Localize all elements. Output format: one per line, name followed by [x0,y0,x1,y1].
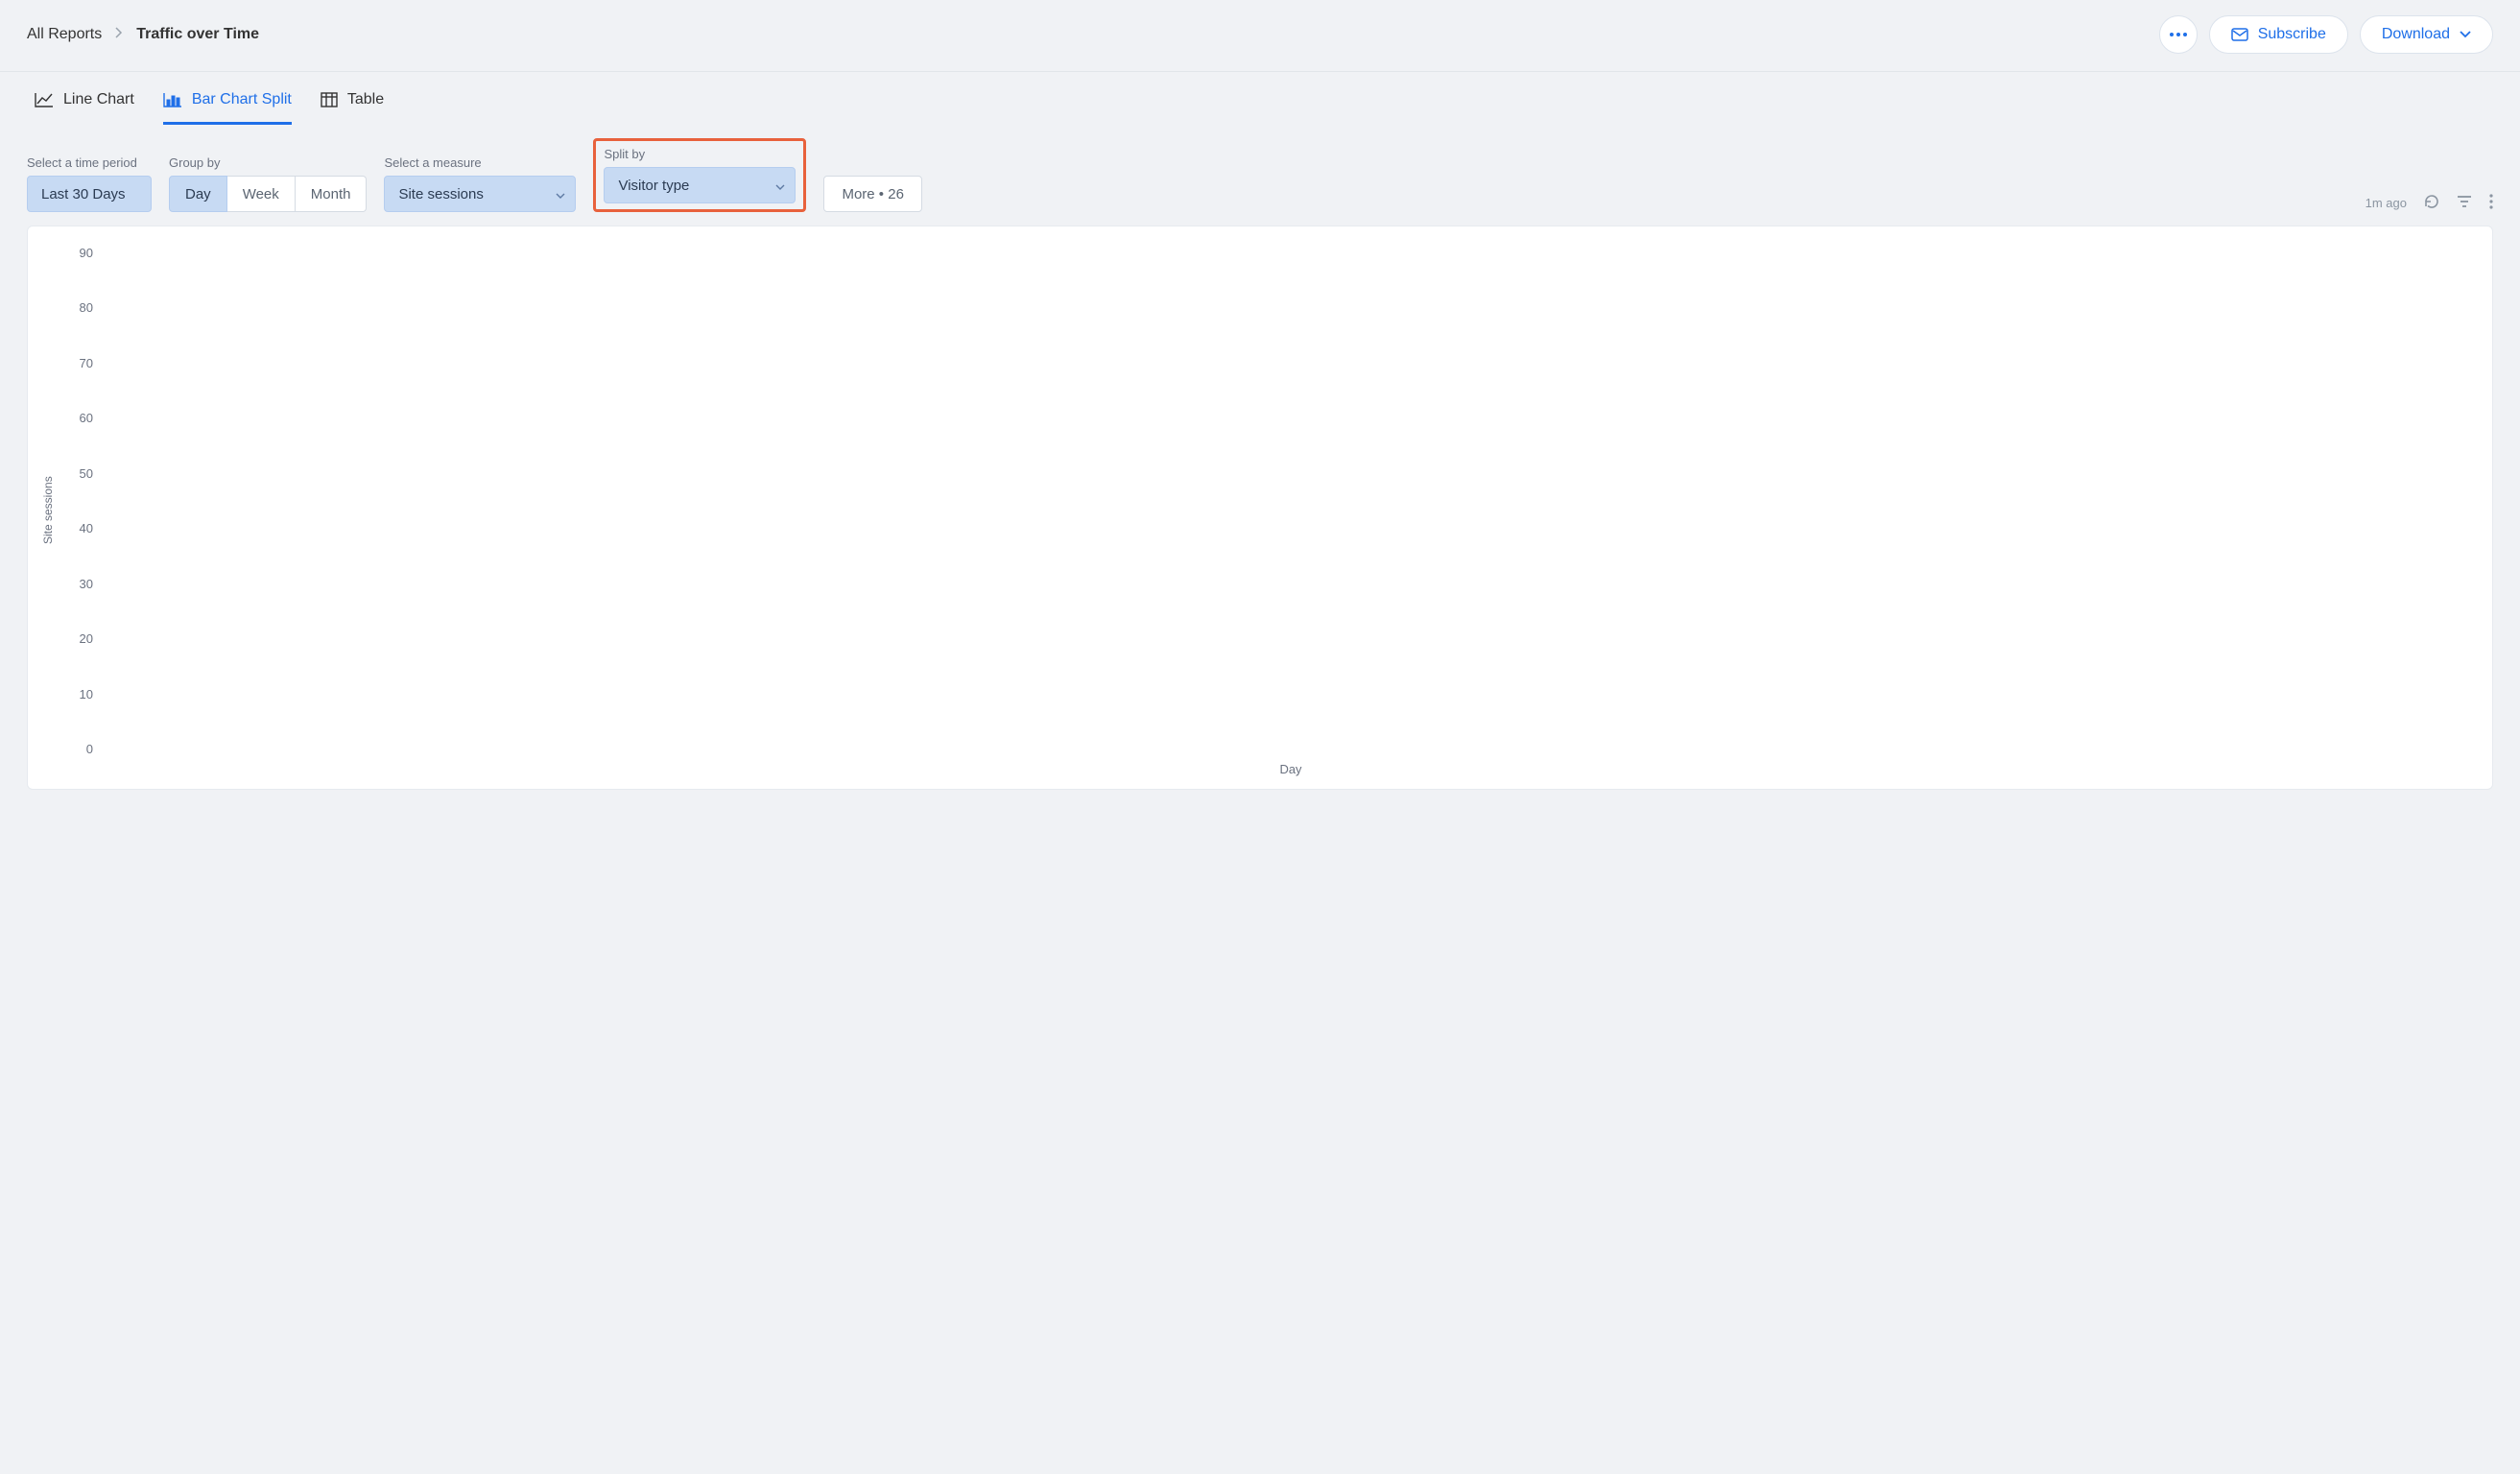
time-period-select[interactable]: Last 30 Days [27,176,152,212]
filter-button[interactable] [2457,195,2472,211]
measure-select[interactable]: Site sessions [384,176,576,212]
y-tick: 0 [86,742,93,756]
time-period-label: Select a time period [27,155,152,170]
tab-line-label: Line Chart [63,91,134,108]
split-by-value: Visitor type [618,178,689,194]
subscribe-button[interactable]: Subscribe [2209,15,2348,54]
more-filters-label: More • 26 [842,186,903,202]
split-by-select[interactable]: Visitor type [604,167,796,203]
group-day-button[interactable]: Day [169,176,227,212]
y-tick: 60 [80,411,93,425]
subscribe-label: Subscribe [2258,26,2326,43]
caret-down-icon [775,178,785,194]
tab-table[interactable]: Table [321,82,384,125]
y-axis: 90 80 70 60 50 40 30 20 10 0 [59,242,99,779]
group-by-segment: Day Week Month [169,176,367,212]
more-filters-button[interactable]: More • 26 [823,176,921,212]
view-tabs: Line Chart Bar Chart Split Table [0,72,2520,125]
y-axis-label: Site sessions [37,242,59,779]
y-tick: 80 [80,300,93,315]
bar-chart-icon [163,92,182,107]
tab-bar-split-label: Bar Chart Split [192,91,292,108]
breadcrumb-current: Traffic over Time [136,26,259,43]
chart-plot: Day [99,242,2483,779]
dots-icon [2170,33,2187,36]
kebab-icon [2489,194,2493,209]
tab-table-label: Table [347,91,384,108]
tab-line-chart[interactable]: Line Chart [35,82,134,125]
table-icon [321,92,338,107]
download-label: Download [2382,26,2450,43]
split-by-highlight: Split by Visitor type [593,138,806,212]
group-by-label: Group by [169,155,367,170]
x-axis-label: Day [99,758,2483,779]
filter-icon [2457,195,2472,208]
last-updated: 1m ago [2365,196,2407,210]
y-tick: 10 [80,687,93,701]
y-tick: 40 [80,521,93,535]
chart-card: Site sessions 90 80 70 60 50 40 30 20 10 0 Day [27,226,2493,790]
kebab-button[interactable] [2489,194,2493,212]
download-button[interactable]: Download [2360,15,2493,54]
measure-value: Site sessions [398,186,483,202]
spacer [823,155,921,170]
chevron-right-icon [115,26,123,43]
breadcrumb-root[interactable]: All Reports [27,26,102,43]
measure-label: Select a measure [384,155,576,170]
group-week-button[interactable]: Week [227,176,296,212]
refresh-icon [2424,194,2439,209]
y-tick: 70 [80,356,93,370]
y-tick: 30 [80,577,93,591]
more-options-button[interactable] [2159,15,2198,54]
refresh-button[interactable] [2424,194,2439,212]
y-tick: 20 [80,631,93,646]
caret-down-icon [556,186,565,202]
group-month-button[interactable]: Month [296,176,368,212]
y-tick: 50 [80,466,93,481]
tab-bar-split[interactable]: Bar Chart Split [163,82,292,125]
chevron-down-icon [2460,31,2471,38]
breadcrumb: All Reports Traffic over Time [27,26,259,43]
line-chart-icon [35,92,54,107]
y-tick: 90 [80,246,93,260]
time-period-value: Last 30 Days [41,186,126,202]
split-by-label: Split by [604,147,796,161]
mail-icon [2231,28,2248,41]
